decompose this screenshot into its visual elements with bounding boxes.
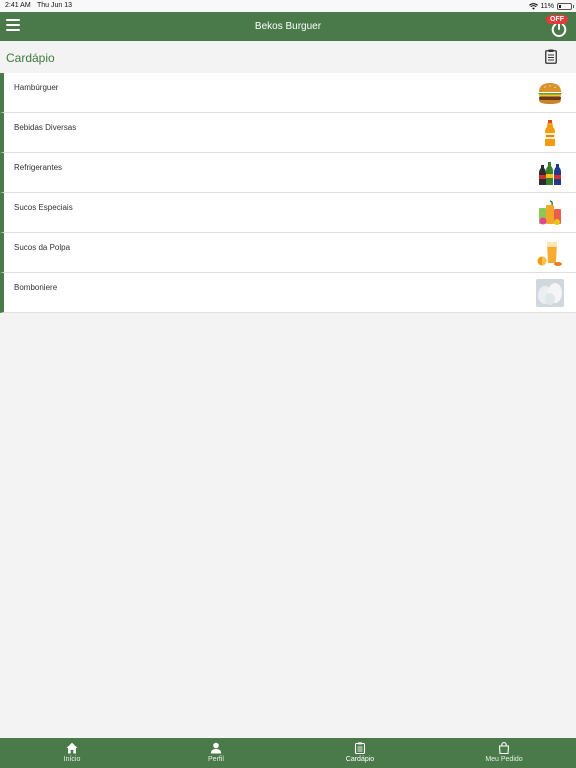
- app-title: Bekos Burguer: [254, 21, 322, 32]
- status-badge: OFF: [546, 15, 568, 24]
- shopping-bag-icon: [498, 742, 510, 754]
- home-icon: [66, 742, 78, 754]
- category-label: Sucos Especiais: [14, 203, 73, 212]
- bottom-navigation: Início Perfil Cardápio Meu Pedido: [0, 738, 576, 768]
- nav-item-meu-pedido[interactable]: Meu Pedido: [432, 738, 576, 768]
- section-header: Cardápio: [0, 41, 576, 73]
- category-label: Sucos da Polpa: [14, 243, 71, 252]
- app-header: Bekos Burguer OFF: [0, 12, 576, 41]
- nav-item-perfil[interactable]: Perfil: [144, 738, 288, 768]
- category-item-bebidas-diversas[interactable]: Bebidas Diversas: [0, 113, 576, 153]
- page-title: Cardápio: [6, 51, 55, 65]
- nav-label: Início: [63, 756, 81, 763]
- nav-label: Perfil: [208, 756, 224, 763]
- status-indicators: 11%: [528, 1, 574, 11]
- category-item-sucos-especiais[interactable]: Sucos Especiais: [0, 193, 576, 233]
- sweets-icon: [536, 279, 564, 307]
- category-item-sucos-da-polpa[interactable]: Sucos da Polpa: [0, 233, 576, 273]
- status-date: Thu Jun 13: [37, 2, 73, 9]
- burger-icon: [538, 83, 562, 104]
- person-icon: [210, 742, 222, 754]
- clipboard-icon[interactable]: [545, 49, 557, 64]
- category-label: Refrigerantes: [14, 163, 63, 172]
- status-time: 2:41 AM: [5, 2, 31, 9]
- category-label: Bomboniere: [14, 283, 58, 292]
- wifi-icon: [528, 2, 538, 10]
- soda-bottles-icon: [539, 162, 561, 185]
- battery-icon: [557, 2, 574, 10]
- category-item-hamburguer[interactable]: Hambúrguer: [0, 73, 576, 113]
- clipboard-icon: [354, 742, 366, 754]
- status-bar: 2:41 AM Thu Jun 13 11%: [0, 0, 576, 12]
- nav-item-cardapio[interactable]: Cardápio: [288, 738, 432, 768]
- category-item-refrigerantes[interactable]: Refrigerantes: [0, 153, 576, 193]
- juice-bottle-icon: [545, 120, 555, 146]
- category-list: Hambúrguer Bebidas Diversas Refrigerante…: [0, 73, 576, 313]
- category-label: Hambúrguer: [14, 83, 59, 92]
- category-label: Bebidas Diversas: [14, 123, 77, 132]
- battery-percent: 11%: [540, 2, 555, 10]
- store-status-button[interactable]: OFF: [546, 14, 570, 38]
- orange-juice-icon: [537, 242, 562, 266]
- nav-label: Cardápio: [345, 756, 375, 763]
- category-item-bomboniere[interactable]: Bomboniere: [0, 273, 576, 313]
- nav-label: Meu Pedido: [485, 756, 523, 763]
- nav-item-inicio[interactable]: Início: [0, 738, 144, 768]
- fruit-juices-icon: [539, 200, 561, 225]
